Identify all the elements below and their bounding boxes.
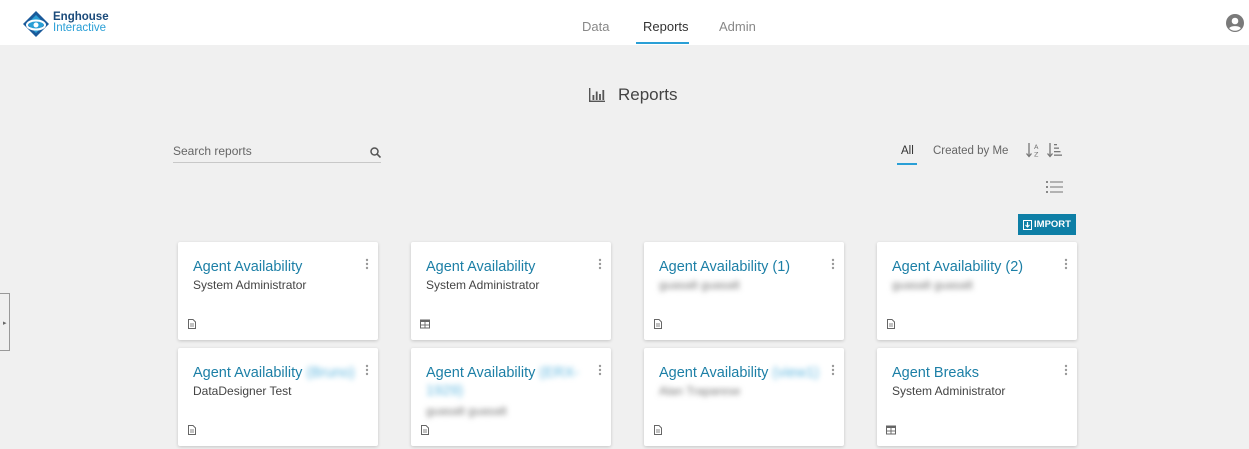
table-icon — [886, 425, 896, 435]
filter-all[interactable]: All — [901, 145, 914, 157]
report-card[interactable]: Agent Availability (view1) Alan Trapares… — [644, 348, 844, 446]
report-card[interactable]: Agent Availability (2) guasalt guasalt — [877, 242, 1077, 340]
document-icon — [188, 319, 196, 329]
import-button[interactable]: IMPORT — [1018, 214, 1076, 235]
report-card-owner: System Administrator — [426, 278, 540, 292]
report-card-owner: Alan Traparese — [659, 384, 741, 398]
import-button-label: IMPORT — [1034, 219, 1071, 230]
report-card-owner: System Administrator — [892, 384, 1006, 398]
nav-tab-data[interactable]: Data — [582, 19, 609, 34]
report-card[interactable]: Agent Availability (Bruno) DataDesigner … — [178, 348, 378, 446]
more-vertical-icon[interactable] — [1064, 364, 1068, 376]
more-vertical-icon[interactable] — [831, 364, 835, 376]
more-vertical-icon[interactable] — [598, 258, 602, 270]
report-card-title-suffix: (Bruno) — [306, 365, 355, 381]
report-card-owner: System Administrator — [193, 278, 307, 292]
more-vertical-icon[interactable] — [598, 364, 602, 376]
nav-tab-reports[interactable]: Reports — [643, 19, 689, 34]
report-card-owner: guasalt guasalt — [659, 278, 740, 292]
report-card-title[interactable]: Agent Availability (Bruno) — [193, 364, 358, 382]
nav-active-indicator — [636, 42, 689, 44]
report-card-title[interactable]: Agent Availability (view1) — [659, 364, 824, 382]
report-card-owner: guasalt guasalt — [426, 404, 507, 418]
filter-created-by-me[interactable]: Created by Me — [933, 145, 1008, 157]
report-card-title[interactable]: Agent Breaks — [892, 364, 1057, 382]
search-box — [173, 142, 381, 163]
report-card[interactable]: Agent Availability (1) guasalt guasalt — [644, 242, 844, 340]
more-vertical-icon[interactable] — [831, 258, 835, 270]
report-card[interactable]: Agent Availability System Administrator — [411, 242, 611, 340]
more-vertical-icon[interactable] — [365, 258, 369, 270]
chevron-right-icon: ▸ — [3, 320, 7, 327]
report-card-owner: DataDesigner Test — [193, 384, 292, 398]
brand-name-line2: Interactive — [53, 22, 107, 34]
sort-amount-icon[interactable] — [1046, 142, 1062, 158]
brand-logo[interactable]: Enghouse Interactive — [22, 10, 120, 38]
page-title-text: Reports — [618, 85, 678, 104]
filter-active-indicator — [897, 163, 917, 165]
search-icon[interactable] — [370, 147, 381, 158]
report-card-title-suffix: (view1) — [772, 365, 820, 381]
import-icon — [1023, 219, 1033, 230]
table-icon — [420, 319, 430, 329]
more-vertical-icon[interactable] — [365, 364, 369, 376]
report-card[interactable]: Agent Breaks System Administrator — [877, 348, 1077, 446]
report-card[interactable]: Agent Availability System Administrator — [178, 242, 378, 340]
document-icon — [654, 425, 662, 435]
report-card-title[interactable]: Agent Availability (ERX-1929) — [426, 364, 591, 400]
report-card-title[interactable]: Agent Availability (1) — [659, 258, 824, 276]
document-icon — [887, 319, 895, 329]
search-input[interactable] — [173, 142, 363, 160]
top-bar: Enghouse Interactive Data Reports Admin — [0, 0, 1249, 45]
document-icon — [188, 425, 196, 435]
list-view-icon[interactable] — [1046, 180, 1064, 194]
svg-text:Z: Z — [1034, 151, 1039, 159]
report-card-title[interactable]: Agent Availability (2) — [892, 258, 1057, 276]
document-icon — [654, 319, 662, 329]
document-icon — [421, 425, 429, 435]
report-card-title[interactable]: Agent Availability — [193, 258, 358, 276]
bar-chart-icon — [589, 88, 605, 102]
enghouse-logo-icon — [23, 11, 49, 37]
page-title: Reports — [589, 83, 678, 107]
report-card-owner: guasalt guasalt — [892, 278, 973, 292]
report-card[interactable]: Agent Availability (ERX-1929) guasalt gu… — [411, 348, 611, 446]
report-card-title[interactable]: Agent Availability — [426, 258, 591, 276]
user-circle-icon[interactable] — [1226, 14, 1244, 32]
nav-tab-admin[interactable]: Admin — [719, 19, 756, 34]
sidebar-toggle-handle[interactable]: ▸ — [0, 293, 10, 351]
more-vertical-icon[interactable] — [1064, 258, 1068, 270]
sort-alpha-icon[interactable]: A Z — [1025, 142, 1041, 158]
